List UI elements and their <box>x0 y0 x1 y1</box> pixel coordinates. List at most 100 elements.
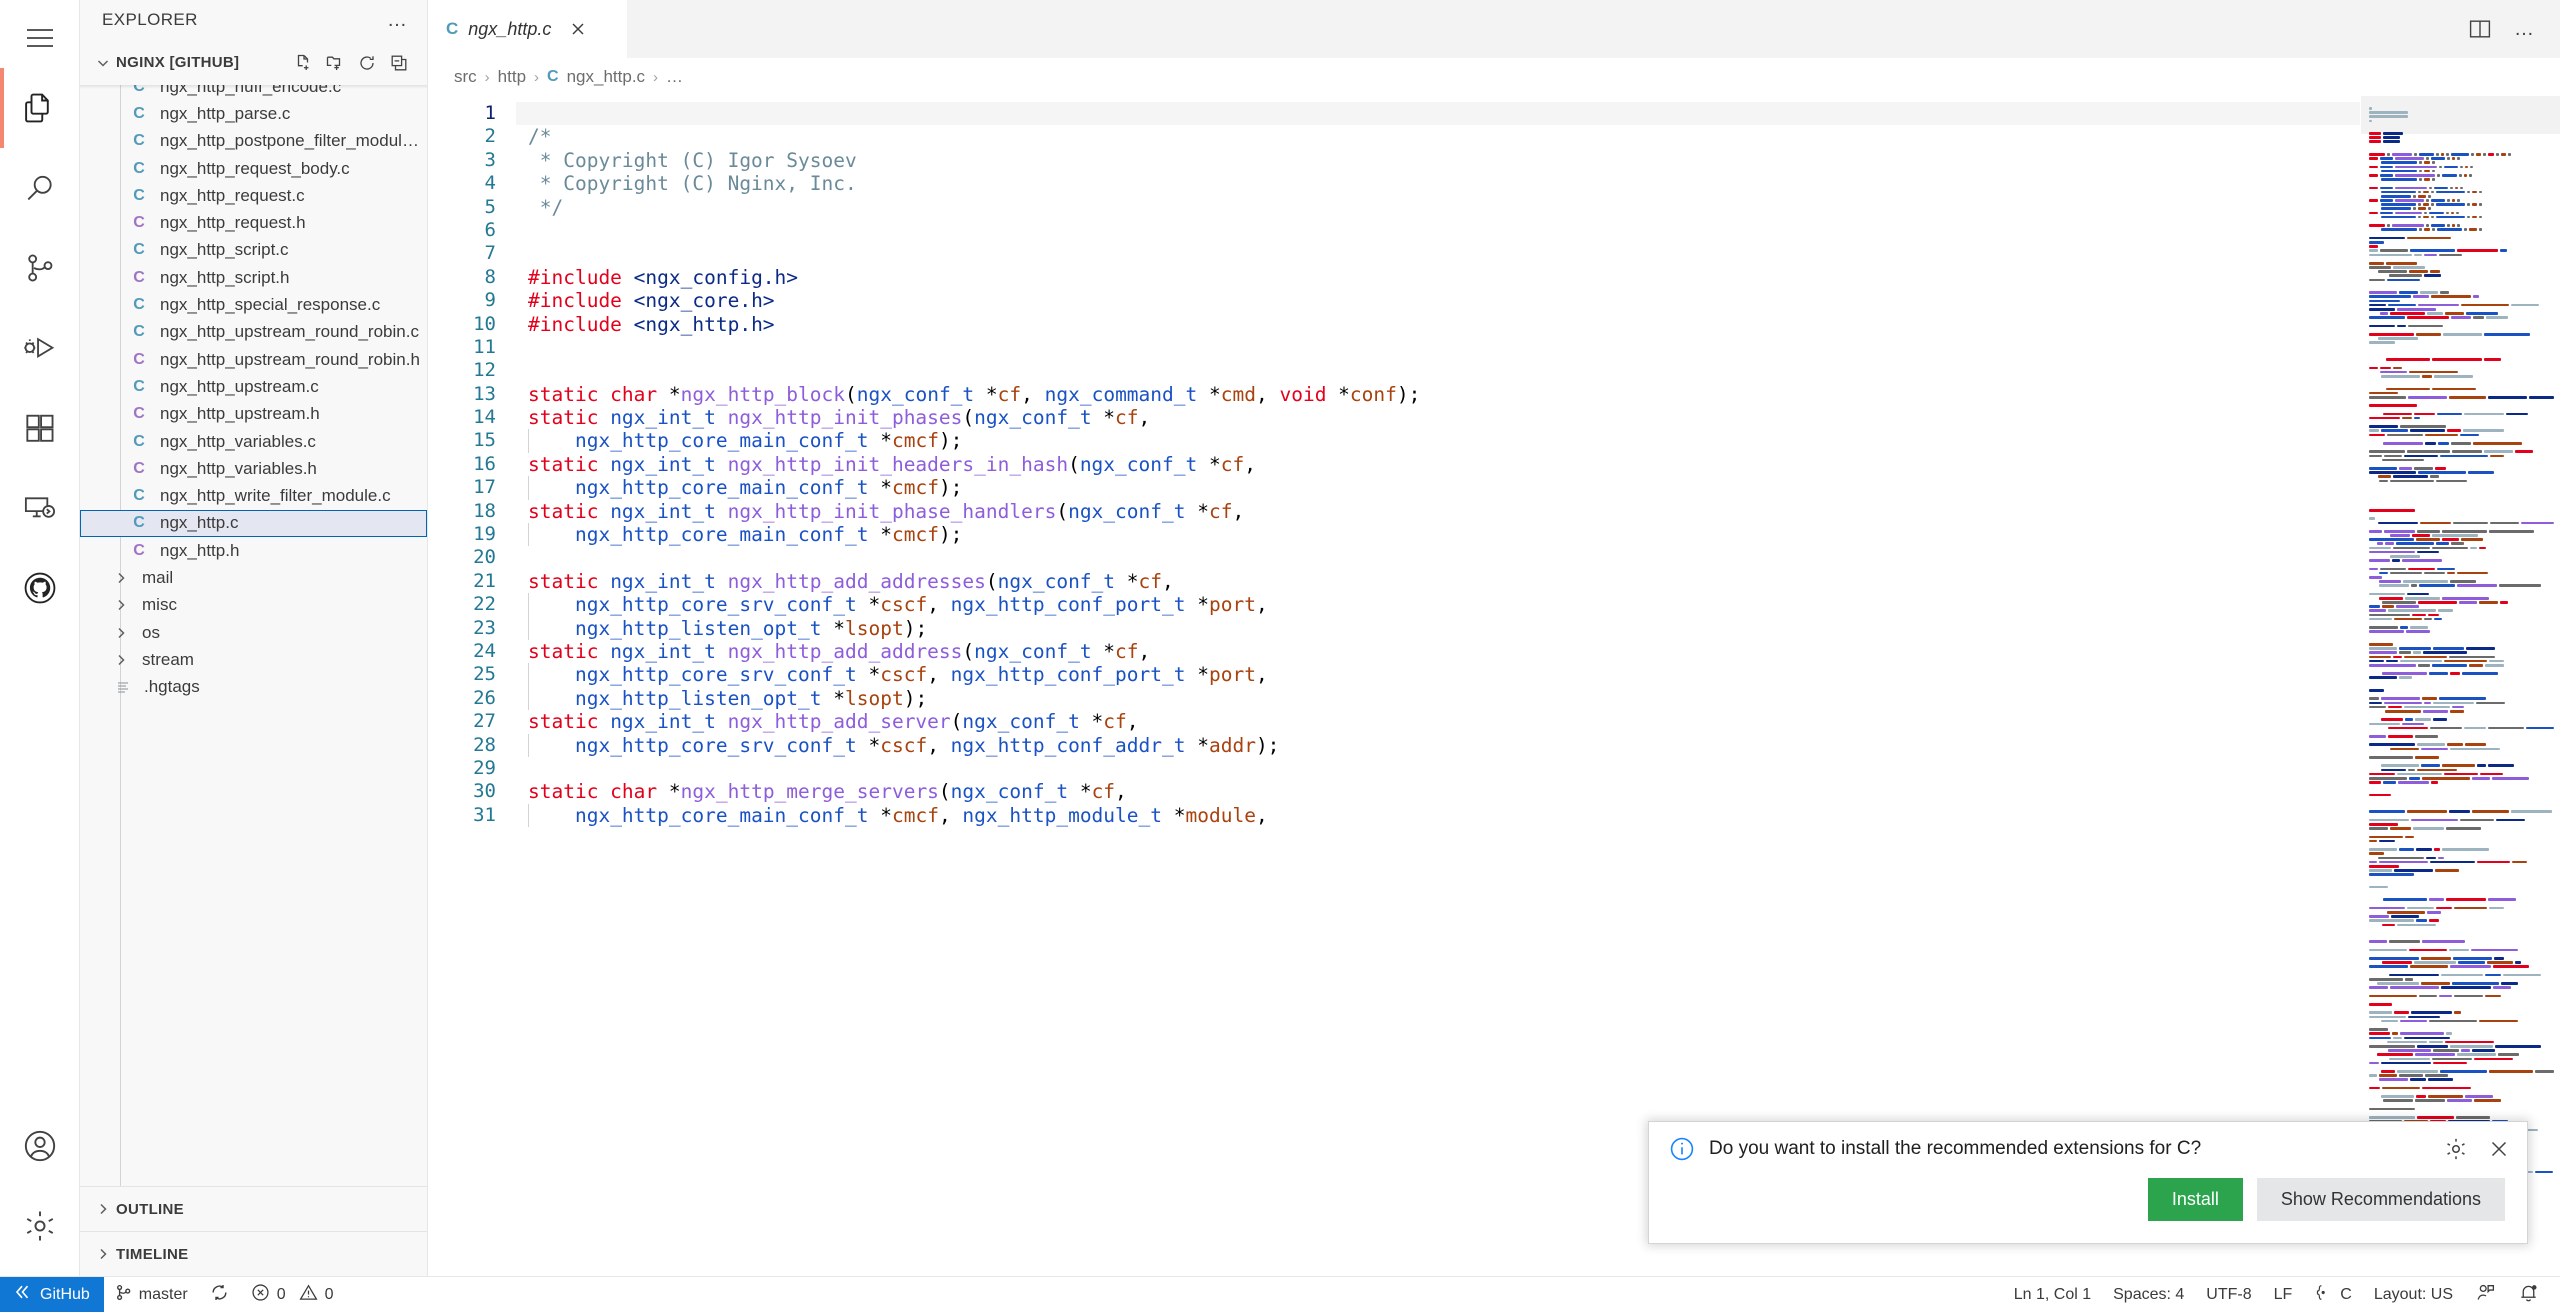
code-line[interactable]: ngx_http_core_srv_conf_t *cscf, ngx_http… <box>516 663 2560 687</box>
code-line[interactable]: ngx_http_core_main_conf_t *cmcf, ngx_htt… <box>516 803 2560 828</box>
tree-row-file-ngx_http_upstream_round_robin.c[interactable]: Cngx_http_upstream_round_robin.c <box>80 319 427 346</box>
collapse-all-icon[interactable] <box>389 53 409 73</box>
breadcrumb-item-symbol[interactable]: … <box>666 67 683 87</box>
code-line[interactable]: static ngx_int_t ngx_http_init_headers_i… <box>516 453 2560 476</box>
minimap[interactable] <box>2360 96 2560 1276</box>
new-folder-icon[interactable] <box>325 53 345 73</box>
code-line[interactable]: #include <ngx_http.h> <box>516 313 2560 336</box>
tree-row-file-ngx_http_request.c[interactable]: Cngx_http_request.c <box>80 182 427 209</box>
code-line[interactable]: * Copyright (C) Nginx, Inc. <box>516 172 2560 195</box>
status-indentation[interactable]: Spaces: 4 <box>2102 1277 2195 1312</box>
outline-section-header[interactable]: OUTLINE <box>80 1186 427 1231</box>
code-line[interactable]: ngx_http_core_main_conf_t *cmcf); <box>516 523 2560 547</box>
tree-row-file-ngx_http_postpone_filter_module.c[interactable]: Cngx_http_postpone_filter_module.c <box>80 128 427 155</box>
tree-row-file-ngx_http_script.c[interactable]: Cngx_http_script.c <box>80 237 427 264</box>
gear-icon[interactable] <box>2443 1136 2469 1162</box>
file-tree[interactable]: Cngx_http_huff_encode.c Cngx_http_parse.c… <box>80 85 427 1186</box>
breadcrumb-item-src[interactable]: src <box>454 67 477 87</box>
tree-row-file-ngx_http.c[interactable]: Cngx_http.c <box>80 509 427 538</box>
install-button[interactable]: Install <box>2147 1178 2243 1221</box>
accounts-icon[interactable] <box>0 1106 80 1186</box>
notification-toast[interactable]: Do you want to install the recommended e… <box>1648 1121 2528 1244</box>
code-line[interactable]: ngx_http_listen_opt_t *lsopt); <box>516 686 2560 711</box>
code-line[interactable]: static ngx_int_t ngx_http_init_phases(ng… <box>516 406 2560 429</box>
code-line[interactable]: /* <box>516 125 2560 148</box>
search-icon[interactable] <box>0 148 80 228</box>
breadcrumb-item-file[interactable]: C ngx_http.c <box>547 67 645 87</box>
tree-row-file-ngx_http_upstream.h[interactable]: Cngx_http_upstream.h <box>80 401 427 428</box>
code-line[interactable] <box>516 336 2560 359</box>
refresh-icon[interactable] <box>357 53 377 73</box>
code-line[interactable] <box>516 546 2560 569</box>
code-line[interactable] <box>516 242 2560 265</box>
code-line[interactable]: ngx_http_core_srv_conf_t *cscf, ngx_http… <box>516 593 2560 617</box>
tree-row-folder-os[interactable]: os <box>80 619 427 646</box>
status-language-mode[interactable]: C <box>2303 1277 2363 1312</box>
tree-row-file-ngx_http.h[interactable]: Cngx_http.h <box>80 537 427 564</box>
code-line[interactable]: static ngx_int_t ngx_http_add_address(ng… <box>516 640 2560 663</box>
code-line[interactable]: ngx_http_core_main_conf_t *cmcf); <box>516 429 2560 453</box>
code-line[interactable] <box>516 102 2560 126</box>
explorer-section-nginx[interactable]: NGINX [GITHUB] <box>80 40 427 85</box>
code-editor[interactable]: 1 2 3 4 5 6 7 8 9 10 11 12 13 14 15 16 17 18 19 20 21 22 23 24 2… <box>428 96 2560 1276</box>
code-line[interactable]: static ngx_int_t ngx_http_init_phase_han… <box>516 500 2560 523</box>
code-line[interactable] <box>516 219 2560 242</box>
breadcrumb-item-http[interactable]: http <box>498 67 526 87</box>
status-feedback[interactable] <box>2464 1277 2507 1312</box>
status-cursor-position[interactable]: Ln 1, Col 1 <box>2003 1277 2102 1312</box>
new-file-icon[interactable] <box>293 53 313 73</box>
tree-row-folder-misc[interactable]: misc <box>80 592 427 619</box>
tab-ngx-http-c[interactable]: C ngx_http.c <box>428 0 628 58</box>
run-debug-icon[interactable] <box>0 308 80 388</box>
tree-row-file-ngx_http_variables.c[interactable]: Cngx_http_variables.c <box>80 428 427 455</box>
code-content[interactable]: /* * Copyright (C) Igor Sysoev * Copyrig… <box>516 96 2560 1276</box>
tree-row-file-ngx_http_upstream_round_robin.h[interactable]: Cngx_http_upstream_round_robin.h <box>80 346 427 373</box>
status-branch[interactable]: master <box>104 1277 199 1312</box>
more-actions-icon[interactable]: … <box>2514 19 2536 39</box>
remote-explorer-icon[interactable] <box>0 468 80 548</box>
file-tree-rows[interactable]: Cngx_http_huff_encode.c Cngx_http_parse.c… <box>80 85 427 1186</box>
code-line[interactable]: ngx_http_core_srv_conf_t *cscf, ngx_http… <box>516 733 2560 757</box>
github-icon[interactable] <box>0 548 80 628</box>
tree-row-file-ngx_http_upstream.c[interactable]: Cngx_http_upstream.c <box>80 373 427 400</box>
close-icon[interactable] <box>2487 1137 2511 1161</box>
status-sync[interactable] <box>199 1277 240 1312</box>
close-icon[interactable] <box>569 20 587 38</box>
code-line[interactable] <box>516 359 2560 382</box>
code-line[interactable] <box>516 757 2560 780</box>
status-remote-host[interactable]: GitHub <box>0 1277 104 1312</box>
tree-row-file-ngx_http_request_body.c[interactable]: Cngx_http_request_body.c <box>80 155 427 182</box>
source-control-icon[interactable] <box>0 228 80 308</box>
tree-row-file-ngx_http_request.h[interactable]: Cngx_http_request.h <box>80 209 427 236</box>
code-line[interactable]: #include <ngx_config.h> <box>516 266 2560 289</box>
tree-row-file-.hgtags[interactable]: .hgtags <box>80 674 427 701</box>
settings-gear-icon[interactable] <box>0 1186 80 1266</box>
code-line[interactable]: static char *ngx_http_block(ngx_conf_t *… <box>516 383 2560 406</box>
status-eol[interactable]: LF <box>2263 1277 2304 1312</box>
extensions-icon[interactable] <box>0 388 80 468</box>
split-editor-icon[interactable] <box>2468 17 2492 41</box>
code-line[interactable]: static ngx_int_t ngx_http_add_server(ngx… <box>516 710 2560 733</box>
tree-row-file-ngx_http_script.h[interactable]: Cngx_http_script.h <box>80 264 427 291</box>
show-recommendations-button[interactable]: Show Recommendations <box>2256 1178 2505 1221</box>
code-line[interactable]: */ <box>516 196 2560 219</box>
tree-row-file-ngx_http_special_response.c[interactable]: Cngx_http_special_response.c <box>80 291 427 318</box>
code-line[interactable]: static ngx_int_t ngx_http_add_addresses(… <box>516 570 2560 593</box>
tree-row-folder-mail[interactable]: mail <box>80 564 427 591</box>
tree-row-file-ngx_http_parse.c[interactable]: Cngx_http_parse.c <box>80 100 427 127</box>
status-notifications[interactable] <box>2507 1277 2550 1312</box>
code-line[interactable]: ngx_http_listen_opt_t *lsopt); <box>516 616 2560 640</box>
tree-row-file-ngx_http_variables.h[interactable]: Cngx_http_variables.h <box>80 455 427 482</box>
code-line[interactable]: * Copyright (C) Igor Sysoev <box>516 149 2560 172</box>
code-line[interactable]: #include <ngx_core.h> <box>516 289 2560 312</box>
sidebar-more-actions-icon[interactable]: … <box>381 10 415 30</box>
status-encoding[interactable]: UTF-8 <box>2195 1277 2262 1312</box>
status-keyboard-layout[interactable]: Layout: US <box>2363 1277 2464 1312</box>
code-line[interactable]: ngx_http_core_main_conf_t *cmcf); <box>516 476 2560 500</box>
explorer-icon[interactable] <box>0 68 80 148</box>
timeline-section-header[interactable]: TIMELINE <box>80 1231 427 1276</box>
menu-icon[interactable] <box>0 8 80 68</box>
code-line[interactable]: static char *ngx_http_merge_servers(ngx_… <box>516 780 2560 803</box>
status-problems[interactable]: 0 0 <box>240 1277 345 1312</box>
tree-row-file-ngx_http_write_filter_module.c[interactable]: Cngx_http_write_filter_module.c <box>80 482 427 509</box>
